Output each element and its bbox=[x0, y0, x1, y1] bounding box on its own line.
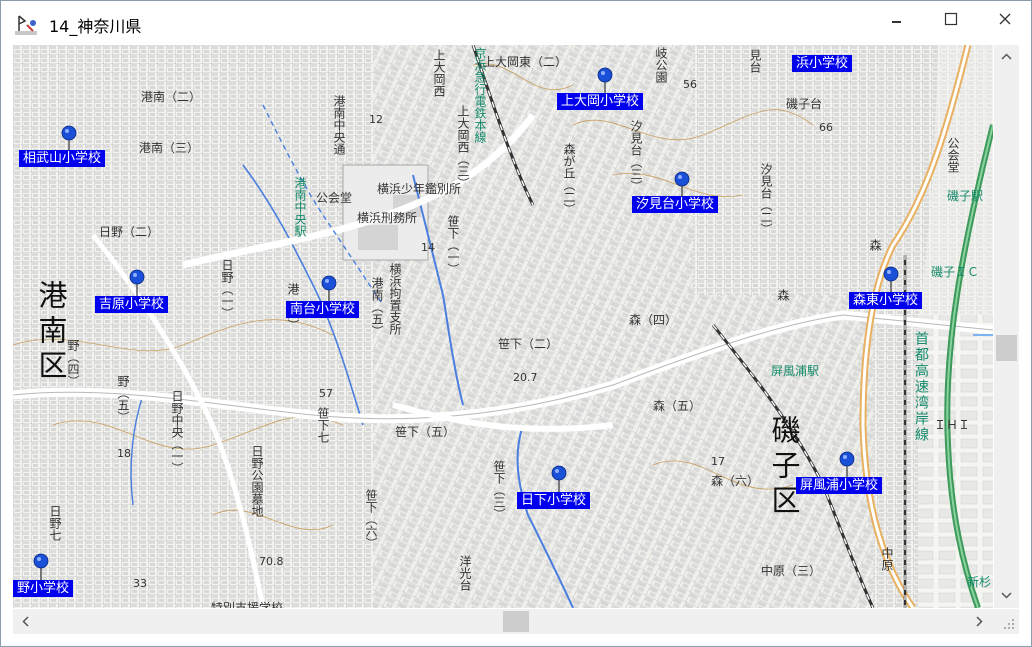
place-label-vertical: 野（四） bbox=[66, 339, 80, 387]
school-pin-icon[interactable] bbox=[33, 553, 49, 583]
school-label[interactable]: 相武山小学校 bbox=[19, 150, 106, 167]
map-view[interactable]: 港南区 磯子区 港南（二） 港南（三） 日野（二） 上大岡東（二） 森（四） 森… bbox=[13, 45, 993, 608]
school-pin-icon[interactable] bbox=[129, 269, 145, 299]
place-label: 港南（二） bbox=[141, 90, 202, 104]
vertical-scroll-thumb[interactable] bbox=[996, 335, 1017, 361]
minimize-icon bbox=[892, 21, 901, 23]
school-pin-icon[interactable] bbox=[551, 465, 567, 495]
station-label: 磯子駅 bbox=[947, 189, 984, 203]
vertical-scrollbar[interactable] bbox=[994, 45, 1019, 608]
place-label: 新杉 bbox=[967, 575, 992, 589]
place-label-vertical: 港南中央通 bbox=[332, 95, 346, 155]
place-label-vertical: 森 bbox=[868, 239, 882, 251]
expressway-label-vertical: 首都高速湾岸線 bbox=[913, 331, 929, 443]
place-label-vertical: 日野七 bbox=[48, 505, 62, 541]
place-label-vertical: 森が丘（二） bbox=[562, 143, 576, 215]
place-label-vertical: 中原 bbox=[880, 547, 894, 571]
school-label[interactable]: 吉原小学校 bbox=[95, 296, 169, 313]
app-window: 14_神奈川県 港南区 磯子区 港南（二） 港南（三） 日野（二） 上大岡東（二… bbox=[0, 0, 1032, 647]
chevron-right-icon bbox=[976, 616, 983, 627]
school-label[interactable]: 森東小学校 bbox=[849, 292, 923, 309]
railway-label-vertical: 京浜急行電鉄本線 bbox=[473, 47, 487, 143]
station-label: 屏風浦駅 bbox=[771, 364, 820, 378]
resize-grip-icon bbox=[1004, 619, 1014, 629]
close-button[interactable] bbox=[979, 1, 1031, 37]
place-label: 特別支援学校 bbox=[211, 601, 284, 608]
place-label: 横浜少年鑑別所 bbox=[377, 182, 462, 196]
horizontal-scrollbar[interactable] bbox=[13, 609, 994, 634]
place-label: 公会堂 bbox=[316, 191, 353, 205]
scroll-right-button[interactable] bbox=[971, 613, 988, 630]
place-label-vertical: 上大岡西 bbox=[432, 49, 446, 97]
elevation-label: 17 bbox=[711, 455, 725, 468]
elevation-label: 56 bbox=[683, 78, 697, 91]
place-label: 森（五） bbox=[653, 399, 702, 413]
chevron-left-icon bbox=[22, 616, 29, 627]
school-label[interactable]: 上大岡小学校 bbox=[557, 93, 644, 110]
place-label-vertical: 洋光台 bbox=[458, 555, 472, 591]
place-label: 笹下（二） bbox=[498, 337, 559, 351]
place-label: 港南（三） bbox=[139, 141, 200, 155]
place-label-vertical: 公会堂 bbox=[946, 137, 960, 173]
title-bar[interactable]: 14_神奈川県 bbox=[1, 1, 1031, 45]
place-label-vertical: 森 bbox=[776, 289, 790, 301]
ward-label-isogo: 磯子区 bbox=[767, 415, 801, 520]
place-label: ＩＨＩ bbox=[934, 418, 971, 432]
place-label: 日野（二） bbox=[99, 225, 160, 239]
place-label-vertical: 上大岡西（三） bbox=[456, 105, 470, 189]
close-icon bbox=[999, 13, 1011, 25]
maximize-icon bbox=[944, 12, 958, 26]
place-label-vertical: 汐見台（三） bbox=[629, 120, 643, 192]
place-label-vertical: 岐公園 bbox=[654, 47, 668, 83]
scroll-up-button[interactable] bbox=[998, 48, 1015, 65]
place-label-vertical: 笹下（一） bbox=[446, 215, 460, 275]
app-icon bbox=[15, 15, 37, 35]
school-label[interactable]: 浜小学校 bbox=[792, 55, 853, 72]
place-label-vertical: 日野公園墓地 bbox=[250, 445, 264, 517]
school-label[interactable]: 屏風浦小学校 bbox=[796, 477, 883, 494]
elevation-label: 33 bbox=[133, 577, 147, 590]
place-label-vertical: 日野（一） bbox=[220, 259, 234, 319]
place-label-vertical: 港南（五） bbox=[370, 277, 384, 337]
place-label: 磯子台 bbox=[786, 97, 823, 111]
horizontal-scroll-thumb[interactable] bbox=[503, 611, 529, 632]
station-label-vertical: 港南中央駅 bbox=[293, 177, 307, 237]
place-label: 森（四） bbox=[629, 313, 678, 327]
scroll-left-button[interactable] bbox=[17, 613, 34, 630]
place-label-vertical: 笹下（六） bbox=[364, 489, 378, 549]
elevation-label: 20.7 bbox=[513, 371, 538, 384]
elevation-label: 70.8 bbox=[259, 555, 284, 568]
elevation-label: 14 bbox=[421, 241, 435, 254]
map-base bbox=[13, 45, 993, 608]
place-label: 横浜刑務所 bbox=[357, 211, 418, 225]
minimize-button[interactable] bbox=[871, 1, 923, 37]
place-label-vertical: 笹下七 bbox=[316, 407, 330, 443]
place-label-vertical: 日野中央（一） bbox=[170, 390, 184, 474]
school-label[interactable]: 南台小学校 bbox=[286, 301, 360, 318]
place-label: 笹下（五） bbox=[395, 425, 456, 439]
elevation-label: 66 bbox=[819, 121, 833, 134]
place-label-vertical: 野（五） bbox=[116, 375, 130, 423]
place-label: 森（六） bbox=[711, 474, 760, 488]
resize-grip[interactable] bbox=[994, 609, 1019, 634]
ic-label: 磯子ＩＣ bbox=[931, 265, 980, 279]
scroll-down-button[interactable] bbox=[998, 587, 1015, 604]
school-label[interactable]: 汐見台小学校 bbox=[632, 196, 719, 213]
elevation-label: 12 bbox=[369, 113, 383, 126]
maximize-button[interactable] bbox=[925, 1, 977, 37]
place-label: 中原（三） bbox=[761, 564, 822, 578]
place-label-vertical: 見台 bbox=[748, 49, 762, 73]
chevron-up-icon bbox=[1001, 53, 1012, 60]
window-title: 14_神奈川県 bbox=[49, 17, 142, 36]
chevron-down-icon bbox=[1001, 592, 1012, 599]
place-label-vertical: 笹下（三） bbox=[492, 460, 506, 520]
school-label[interactable]: 野小学校 bbox=[13, 580, 74, 597]
place-label-vertical: 汐見台（二） bbox=[759, 163, 773, 235]
place-label: 上大岡東（二） bbox=[483, 55, 568, 69]
elevation-label: 18 bbox=[117, 447, 131, 460]
place-label-vertical: 横浜拘置支所 bbox=[388, 263, 402, 335]
school-label[interactable]: 日下小学校 bbox=[517, 492, 591, 509]
elevation-label: 57 bbox=[319, 387, 333, 400]
